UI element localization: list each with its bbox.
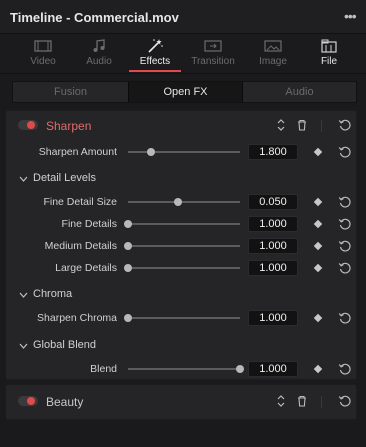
param-label-fine-detail-size: Fine Detail Size [43,196,117,208]
file-icon [321,39,337,53]
value-field-sharpen-amount[interactable]: 1.800 [248,144,298,160]
section-detail-levels[interactable]: Detail Levels [33,172,96,184]
header-divider [321,120,322,132]
reset-param-icon[interactable] [338,362,352,376]
reset-param-icon[interactable] [338,311,352,325]
tab-image[interactable]: Image [244,34,302,74]
chevron-down-icon[interactable] [19,342,28,350]
section-chroma[interactable]: Chroma [33,288,72,300]
reset-param-icon[interactable] [338,239,352,253]
tab-audio-label: Audio [86,56,112,67]
reorder-updown-icon[interactable] [276,118,286,132]
param-label-medium-details: Medium Details [44,240,117,252]
chevron-down-icon[interactable] [19,175,28,183]
value-field-fine-detail-size[interactable]: 0.050 [248,194,298,210]
header-divider [321,396,322,408]
slider-track-fine-details[interactable] [128,223,240,225]
param-label-fine-details: Fine Details [61,218,117,230]
slider-handle-sharpen-chroma[interactable] [124,314,132,322]
section-global-blend[interactable]: Global Blend [33,339,96,351]
reset-param-icon[interactable] [338,195,352,209]
image-icon [264,40,282,52]
slider-handle-blend[interactable] [236,365,244,373]
window-title: Timeline - Commercial.mov [10,10,179,25]
slider-track-large-details[interactable] [128,267,240,269]
effects-wand-icon [148,39,163,53]
tab-transition-label: Transition [191,56,235,67]
slider-track-sharpen-amount[interactable] [128,151,240,153]
segment-open-fx[interactable]: Open FX [128,82,243,102]
value-field-sharpen-chroma[interactable]: 1.000 [248,310,298,326]
tab-image-label: Image [259,56,287,67]
reset-effect-icon[interactable] [338,118,352,132]
tab-file-label: File [320,56,338,67]
param-label-sharpen-chroma: Sharpen Chroma [37,312,117,324]
tab-file[interactable]: File [300,34,358,74]
slider-track-medium-details[interactable] [128,245,240,247]
audio-icon [93,39,105,52]
reset-param-icon[interactable] [338,145,352,159]
tab-video-label: Video [30,56,56,67]
segment-fusion[interactable]: Fusion [13,82,128,102]
delete-trash-icon[interactable] [296,395,308,407]
tab-effects-label: Effects [139,56,171,67]
tab-transition[interactable]: Transition [184,34,242,74]
slider-track-sharpen-chroma[interactable] [128,317,240,319]
slider-handle-fine-details[interactable] [124,220,132,228]
slider-handle-fine-detail-size[interactable] [174,198,182,206]
active-tab-underline [129,70,181,72]
tab-audio[interactable]: Audio [70,34,128,74]
inspector-tab-bar: Video Audio Effects Transition Image Fil… [0,34,366,74]
slider-track-fine-detail-size[interactable] [128,201,240,203]
value-field-medium-details[interactable]: 1.000 [248,238,298,254]
param-label-large-details: Large Details [55,262,117,274]
param-label-sharpen-amount: Sharpen Amount [38,146,117,158]
chevron-down-icon[interactable] [19,291,28,299]
beauty-enable-toggle[interactable] [18,396,38,406]
reset-effect-icon[interactable] [338,394,352,408]
value-field-large-details[interactable]: 1.000 [248,260,298,276]
more-options-icon[interactable]: ••• [344,8,362,24]
slider-track-blend[interactable] [128,368,240,370]
reset-param-icon[interactable] [338,261,352,275]
value-field-fine-details[interactable]: 1.000 [248,216,298,232]
slider-handle-sharpen-amount[interactable] [147,148,155,156]
tab-effects[interactable]: Effects [126,34,184,74]
reorder-updown-icon[interactable] [276,394,286,408]
slider-handle-medium-details[interactable] [124,242,132,250]
segment-audio[interactable]: Audio [243,82,356,102]
param-label-blend: Blend [90,363,117,375]
delete-trash-icon[interactable] [296,119,308,131]
effects-library-segment-bar: Fusion Open FX Audio [12,81,357,103]
tab-video[interactable]: Video [14,34,72,74]
beauty-title: Beauty [46,395,84,409]
transition-icon [204,40,222,52]
reset-param-icon[interactable] [338,217,352,231]
value-field-blend[interactable]: 1.000 [248,361,298,377]
sharpen-title: Sharpen [46,119,92,133]
video-icon [34,40,52,52]
sharpen-enable-toggle[interactable] [18,120,38,130]
slider-handle-large-details[interactable] [124,264,132,272]
